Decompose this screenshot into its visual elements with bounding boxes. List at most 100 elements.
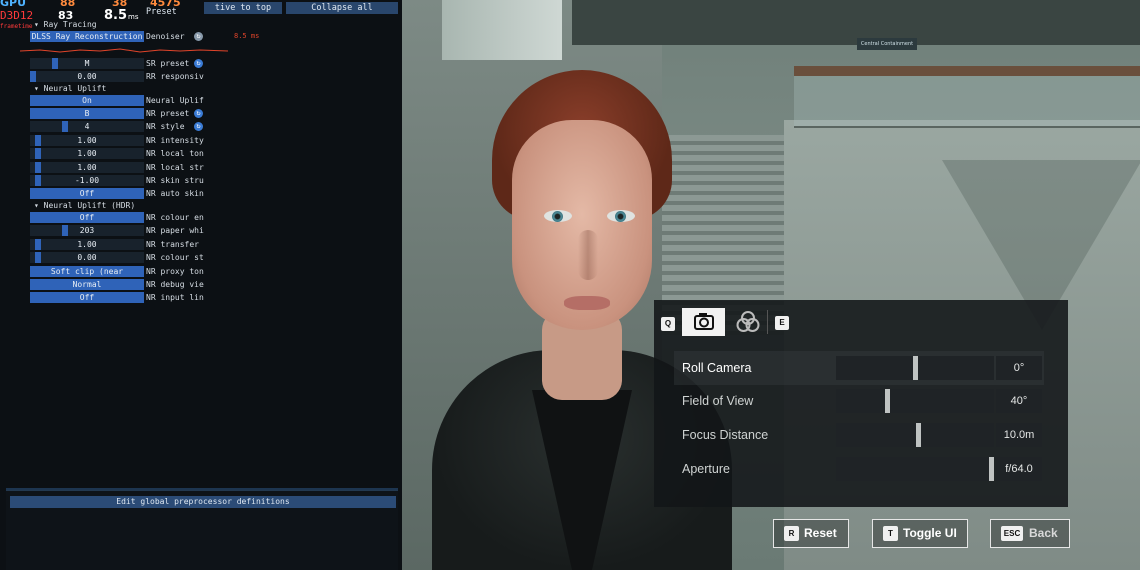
window (442, 0, 562, 60)
setting-row[interactable]: Off NR auto skin (30, 188, 402, 199)
slider-thumb[interactable] (916, 423, 921, 447)
slider-value: f/64.0 (996, 457, 1042, 481)
setting-label: NR debug vie (146, 280, 204, 289)
photo-slider-row[interactable]: Roll Camera 0° (670, 351, 1060, 385)
section-ray-tracing-label: Ray Tracing (43, 20, 97, 29)
slider-track[interactable] (836, 423, 994, 447)
photo-slider-row[interactable]: Field of View 40° (670, 388, 1060, 414)
slider-track[interactable] (836, 457, 994, 481)
setting-control[interactable]: 1.00 (30, 135, 144, 146)
setting-row[interactable]: DLSS Ray Reconstruction Denoiser ↻ (30, 31, 402, 42)
setting-control[interactable]: Normal (30, 279, 144, 290)
setting-row[interactable]: B NR preset ↻ (30, 108, 402, 119)
back-button[interactable]: ESC Back (990, 519, 1070, 548)
photo-slider-row[interactable]: Aperture f/64.0 (670, 456, 1060, 482)
slider-name: Aperture (682, 462, 730, 476)
slider-thumb[interactable] (885, 389, 890, 413)
setting-row[interactable]: Off NR colour en (30, 212, 402, 223)
collapse-all-button[interactable]: Collapse all (286, 2, 398, 14)
setting-value: 4 (84, 122, 90, 131)
toggle-ui-button[interactable]: T Toggle UI (872, 519, 968, 548)
setting-value: Off (79, 213, 95, 222)
section-neural-uplift[interactable]: ▾ Neural Uplift (34, 83, 106, 94)
setting-control[interactable]: 1.00 (30, 148, 144, 159)
setting-control[interactable]: Off (30, 292, 144, 303)
toggle-ui-key: T (883, 526, 898, 541)
toggle-ui-label: Toggle UI (903, 526, 957, 540)
setting-row[interactable]: 1.00 NR local str (30, 162, 402, 173)
slider-track[interactable] (836, 389, 994, 413)
section-ray-tracing[interactable]: ▾ Ray Tracing (34, 19, 97, 30)
setting-control[interactable]: 0.00 (30, 252, 144, 263)
edit-global-preprocessor-button[interactable]: Edit global preprocessor definitions (10, 496, 396, 508)
next-tab-key[interactable]: E (775, 316, 789, 330)
setting-label: NR skin stru (146, 176, 204, 185)
setting-value: 1.00 (77, 240, 97, 249)
reset-icon[interactable]: ↻ (194, 32, 203, 41)
setting-value: DLSS Ray Reconstruction (31, 32, 143, 41)
tab-camera[interactable] (682, 308, 725, 336)
setting-label: NR transfer (146, 240, 199, 249)
setting-control[interactable]: 0.00 (30, 71, 144, 82)
prev-tab-key[interactable]: Q (661, 317, 675, 331)
setting-row[interactable]: 0.00 NR colour st (30, 252, 402, 263)
setting-control[interactable]: Off (30, 188, 144, 199)
slider-thumb[interactable] (913, 356, 918, 380)
ceiling (572, 0, 1140, 45)
setting-label: NR paper whi (146, 226, 204, 235)
setting-row[interactable]: M SR preset ↻ (30, 58, 402, 69)
tab-separator (767, 310, 768, 334)
setting-row[interactable]: 4 NR style ↻ (30, 121, 402, 132)
setting-row[interactable]: 1.00 NR local ton (30, 148, 402, 159)
camera-icon (694, 313, 714, 330)
setting-row[interactable]: -1.00 NR skin stru (30, 175, 402, 186)
setting-value: B (84, 109, 90, 118)
setting-row[interactable]: 0.00 RR responsiv (30, 71, 402, 82)
slider-track[interactable] (836, 356, 994, 380)
reset-icon[interactable]: ↻ (194, 122, 203, 131)
slider-name: Focus Distance (682, 428, 769, 442)
setting-row[interactable]: 1.00 NR transfer (30, 239, 402, 250)
tab-filters[interactable] (731, 308, 765, 336)
setting-control[interactable]: Soft clip (near identity) (30, 266, 144, 277)
reset-icon[interactable]: ↻ (194, 59, 203, 68)
right-eye (607, 210, 635, 222)
setting-row[interactable]: Off NR input lin (30, 292, 402, 303)
slider-value: 10.0m (996, 423, 1042, 447)
setting-row[interactable]: Soft clip (near identity) NR proxy ton (30, 266, 402, 277)
slider-thumb[interactable] (989, 457, 994, 481)
setting-row[interactable]: Normal NR debug vie (30, 279, 402, 290)
setting-row[interactable]: 203 NR paper whi (30, 225, 402, 236)
hud-gpu-label: GPU (0, 0, 27, 9)
setting-control[interactable]: 1.00 (30, 239, 144, 250)
setting-row[interactable]: On Neural Uplif (30, 95, 402, 106)
setting-value: 1.00 (77, 149, 97, 158)
setting-label: NR colour en (146, 213, 204, 222)
setting-label: NR intensity (146, 136, 204, 145)
setting-control[interactable]: On (30, 95, 144, 106)
setting-control[interactable]: M (30, 58, 144, 69)
slider-value: 0° (996, 356, 1042, 380)
setting-value: Normal (72, 280, 102, 289)
photo-slider-row[interactable]: Focus Distance 10.0m (670, 422, 1060, 448)
reset-label: Reset (804, 526, 837, 540)
reset-button[interactable]: R Reset (773, 519, 849, 548)
hud-frame-ms: 8.5 (104, 8, 128, 23)
setting-control[interactable]: Off (30, 212, 144, 223)
setting-control[interactable]: -1.00 (30, 175, 144, 186)
setting-control[interactable]: DLSS Ray Reconstruction (30, 31, 144, 42)
setting-control[interactable]: 1.00 (30, 162, 144, 173)
relative-to-top-button[interactable]: tive to top (204, 2, 282, 14)
reset-icon[interactable]: ↻ (194, 109, 203, 118)
setting-label: NR proxy ton (146, 267, 204, 276)
setting-value: 1.00 (77, 163, 97, 172)
setting-value: On (82, 96, 92, 105)
setting-control[interactable]: 203 (30, 225, 144, 236)
filters-icon (736, 311, 760, 332)
slider-name: Roll Camera (682, 361, 752, 375)
setting-control[interactable]: 4 (30, 121, 144, 132)
section-neural-uplift-hdr[interactable]: ▾ Neural Uplift (HDR) (34, 200, 135, 211)
setting-control[interactable]: B (30, 108, 144, 119)
setting-row[interactable]: 1.00 NR intensity (30, 135, 402, 146)
nose (578, 230, 598, 280)
